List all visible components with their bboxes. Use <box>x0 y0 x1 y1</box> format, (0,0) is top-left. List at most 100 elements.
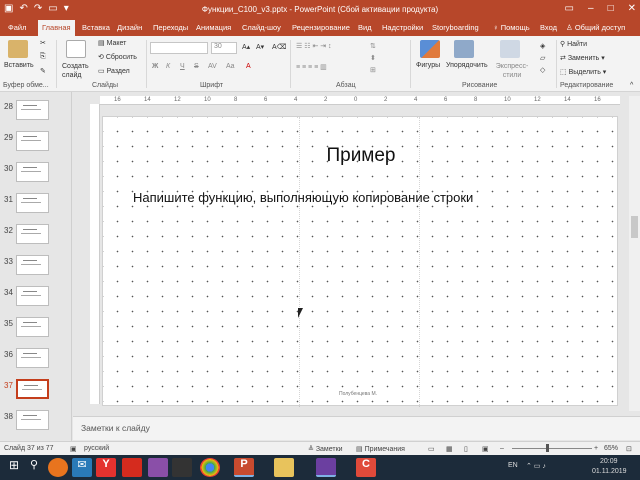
find-button[interactable]: ⚲ Найти <box>560 40 587 48</box>
minimize-icon[interactable]: – <box>588 3 594 14</box>
tab-insert[interactable]: Вставка <box>82 23 110 32</box>
increase-font-icon[interactable]: A▴ <box>242 43 250 51</box>
underline-button[interactable]: Ч <box>180 63 185 70</box>
slide-thumbnail[interactable] <box>16 255 49 275</box>
slide-thumbnail[interactable] <box>16 410 49 430</box>
new-slide-button[interactable]: Создать слайд <box>62 62 94 80</box>
replace-button[interactable]: ⇄ Заменить ▾ <box>560 54 605 62</box>
tab-addins[interactable]: Надстройки <box>382 23 423 32</box>
file-explorer-icon[interactable] <box>274 458 294 477</box>
smartart-icon[interactable]: ⊞ <box>370 66 376 74</box>
clear-format-icon[interactable]: A⌫ <box>272 43 287 51</box>
section-button[interactable]: ▭ Раздел <box>98 67 130 75</box>
shape-outline-icon[interactable]: ▱ <box>540 54 545 62</box>
new-slide-icon[interactable] <box>66 40 86 58</box>
text-direction-icon[interactable]: ⇅ <box>370 42 376 50</box>
tab-file[interactable]: Файл <box>8 23 26 32</box>
chrome-icon[interactable] <box>200 458 220 477</box>
start-icon[interactable]: ⊞ <box>4 458 24 477</box>
zoom-in-icon[interactable]: + <box>594 445 598 452</box>
quick-styles-icon[interactable] <box>500 40 520 58</box>
keyboard-language[interactable]: EN <box>508 462 518 469</box>
media-player-icon[interactable] <box>148 458 168 477</box>
vertical-scrollbar[interactable] <box>629 96 640 411</box>
bullets-icon[interactable]: ☰ ☷ ⇤ ⇥ ↕ <box>296 42 332 50</box>
copy-icon[interactable]: ⎘ <box>40 53 46 61</box>
format-painter-icon[interactable]: ✎ <box>40 67 46 75</box>
tab-design[interactable]: Дизайн <box>117 23 142 32</box>
sorter-view-icon[interactable]: ▦ <box>446 445 453 453</box>
tab-slideshow[interactable]: Слайд-шоу <box>242 23 281 32</box>
comments-toggle-button[interactable]: ▤ Примечания <box>356 445 405 453</box>
share-button[interactable]: ♙ Общий доступ <box>566 23 625 32</box>
close-icon[interactable]: ✕ <box>628 3 636 14</box>
fit-slide-icon[interactable]: ⊡ <box>626 445 632 453</box>
slide-thumbnail[interactable] <box>16 317 49 337</box>
shape-fill-icon[interactable]: ◈ <box>540 42 545 50</box>
visual-studio-icon[interactable] <box>316 458 336 477</box>
font-size-combobox[interactable]: 30 <box>211 42 237 54</box>
signin-link[interactable]: Вход <box>540 23 557 32</box>
firefox-icon[interactable] <box>48 458 68 477</box>
slide-thumbnail[interactable] <box>16 348 49 368</box>
italic-button[interactable]: К <box>166 63 170 70</box>
align-icons[interactable]: ≡ ≡ ≡ ≡ ▥ <box>296 63 327 71</box>
change-case-icon[interactable]: Aa <box>226 63 235 70</box>
font-color-icon[interactable]: A <box>246 63 251 70</box>
tab-view[interactable]: Вид <box>358 23 372 32</box>
clock-date[interactable]: 01.11.2019 <box>592 468 627 475</box>
slide-canvas[interactable]: Пример Напишите функцию, выполняющую коп… <box>102 116 619 407</box>
collapse-ribbon-icon[interactable]: ^ <box>630 82 633 89</box>
strikethrough-button[interactable]: S <box>194 63 199 70</box>
notes-pane[interactable]: Заметки к слайду <box>73 416 640 440</box>
slide-thumbnail[interactable] <box>16 162 49 182</box>
zoom-level[interactable]: 65% <box>604 445 618 452</box>
slide-title[interactable]: Пример <box>103 145 619 167</box>
cut-icon[interactable]: ✂ <box>40 39 46 47</box>
tab-review[interactable]: Рецензирование <box>292 23 350 32</box>
spellcheck-icon[interactable]: ▣ <box>70 445 77 453</box>
zoom-slider[interactable] <box>512 448 592 449</box>
decrease-font-icon[interactable]: A▾ <box>256 43 264 51</box>
recorder-icon[interactable]: C <box>356 458 376 477</box>
slideshow-view-icon[interactable]: ▣ <box>482 445 489 453</box>
tab-help[interactable]: ♀ Помощь <box>493 23 530 32</box>
paste-icon[interactable] <box>8 40 28 58</box>
select-button[interactable]: ⬚ Выделить ▾ <box>560 68 606 76</box>
scrollbar-thumb[interactable] <box>631 216 638 238</box>
slide-thumbnail[interactable] <box>16 224 49 244</box>
shapes-button[interactable]: Фигуры <box>416 62 440 69</box>
tab-home[interactable]: Главная <box>38 20 75 36</box>
slide-thumbnail[interactable] <box>16 100 49 120</box>
notes-toggle-button[interactable]: ≜ Заметки <box>308 445 343 453</box>
maximize-icon[interactable]: □ <box>608 3 614 14</box>
quick-styles-button[interactable]: Экспресс-стили <box>492 62 532 80</box>
paste-button[interactable]: Вставить <box>4 62 34 69</box>
email-icon[interactable]: ✉ <box>72 458 92 477</box>
slide-thumbnail[interactable] <box>16 193 49 213</box>
tab-storyboarding[interactable]: Storyboarding <box>432 23 479 32</box>
pdf-reader-icon[interactable] <box>122 458 142 477</box>
app-icon[interactable] <box>172 458 192 477</box>
layout-button[interactable]: ▤ Макет <box>98 39 126 47</box>
search-icon[interactable]: ⚲ <box>24 458 44 477</box>
align-text-icon[interactable]: ⬍ <box>370 54 376 62</box>
ribbon-display-icon[interactable]: ▭ <box>565 3 574 14</box>
tab-animation[interactable]: Анимация <box>196 23 231 32</box>
slide-thumbnail[interactable] <box>16 286 49 306</box>
arrange-button[interactable]: Упорядочить <box>446 62 488 69</box>
language-indicator[interactable]: русский <box>84 445 109 452</box>
zoom-out-icon[interactable]: – <box>500 445 504 452</box>
normal-view-icon[interactable]: ▭ <box>428 445 435 453</box>
bold-button[interactable]: Ж <box>152 63 158 70</box>
slide-thumbnail[interactable] <box>16 131 49 151</box>
shapes-icon[interactable] <box>420 40 440 58</box>
powerpoint-icon[interactable]: P <box>234 458 254 477</box>
slide-body-text[interactable]: Напишите функцию, выполняющую копировани… <box>133 190 473 205</box>
slide-thumbnail[interactable] <box>16 379 49 399</box>
clock-time[interactable]: 20:09 <box>600 458 618 465</box>
yandex-icon[interactable]: Y <box>96 458 116 477</box>
tray-icons[interactable]: ⌃ ▭ ♪ <box>526 462 546 470</box>
zoom-slider-thumb[interactable] <box>546 444 549 452</box>
char-spacing-icon[interactable]: AV <box>208 63 217 70</box>
